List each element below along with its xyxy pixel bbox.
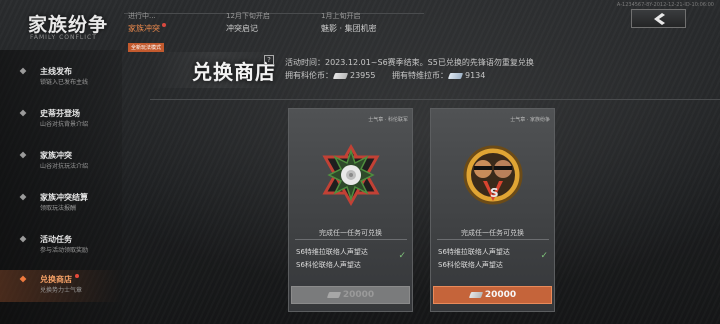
notification-dot xyxy=(75,274,79,278)
check-icon: ✓ xyxy=(540,251,548,261)
currency-value: 9134 xyxy=(465,71,486,80)
divider xyxy=(437,239,549,240)
bullet-icon xyxy=(19,235,27,243)
timeline-line xyxy=(124,13,424,14)
timeline-date: 进行中... xyxy=(128,12,156,20)
card-category: 士气章 · 家族纷争 xyxy=(510,117,550,123)
sidebar-item-label: 兑换商店 xyxy=(40,274,79,285)
currency-label: 拥有科伦币： xyxy=(285,71,333,80)
condition-text: 完成任一任务可兑换 xyxy=(319,229,382,237)
top-bar: 家族纷争 FAMILY CONFLICT 进行中... 家族冲突 全新玩法模式 … xyxy=(0,0,720,53)
sidebar-item-label: 史蒂芬登场 xyxy=(40,109,80,118)
sidebar-item-label: 活动任务 xyxy=(40,235,72,244)
sidebar-item-main-release[interactable]: 主线发布 锁链入已发布主线 xyxy=(0,62,122,94)
back-button[interactable] xyxy=(631,9,686,28)
currency-tevira: 拥有特维拉币： 9134 xyxy=(392,70,485,81)
ticket-icon xyxy=(332,72,349,79)
sidebar-item-family-conflict[interactable]: 家族冲突 山谷对抗玩法介绍 xyxy=(0,146,122,178)
card-category: 士气章 · 科伦联军 xyxy=(368,117,408,123)
new-mode-tag: 全新玩法模式 xyxy=(128,43,165,52)
sidebar-item-label: 家族冲突 xyxy=(40,151,72,160)
timeline-item-1[interactable]: 进行中... 家族冲突 全新玩法模式 xyxy=(128,11,166,53)
help-icon[interactable]: ? xyxy=(264,55,274,65)
timeline-date: 12月下旬开启 xyxy=(226,12,270,20)
sidebar-item-settlement[interactable]: 家族冲突结算 领取玩法报酬 xyxy=(0,188,122,220)
notification-dot xyxy=(162,23,166,27)
activity-time: 活动时间：2023.12.01~S6赛季结束。S5已兑换的先锋语勿重复兑换 xyxy=(285,58,534,67)
price-label: 20000 xyxy=(342,290,375,300)
sidebar-item-sub: 锁链入已发布主线 xyxy=(40,79,89,86)
shop-info: 活动时间：2023.12.01~S6赛季结束。S5已兑换的先锋语勿重复兑换 拥有… xyxy=(285,57,534,83)
timeline-date: 1月上旬开启 xyxy=(321,12,361,20)
sidebar-item-label: 家族冲突结算 xyxy=(40,193,88,202)
requirement-item: S6科伦联络人声望达 xyxy=(438,261,503,269)
bullet-icon xyxy=(19,67,27,75)
sidebar-item-sub: 兑换势力士气章 xyxy=(40,287,83,294)
sidebar-item-tasks[interactable]: 活动任务 参与活动领取奖励 xyxy=(0,230,122,262)
currency-label: 拥有特维拉币： xyxy=(392,71,448,80)
sidebar-item-stephen[interactable]: 史蒂芬登场 山谷对抗背景介绍 xyxy=(0,104,122,136)
requirement-item: S6特维拉联络人声望达 xyxy=(296,248,368,256)
shop-item-card[interactable]: 士气章 · 科伦联军 完成任一任务可兑换 S6特维拉联络人声望达 S6科伦联络人… xyxy=(288,108,413,312)
sidebar-item-sub: 山谷对抗背景介绍 xyxy=(40,121,89,128)
timeline-title: 冲突启记 xyxy=(226,24,258,33)
sidebar-item-label: 主线发布 xyxy=(40,67,72,76)
bullet-icon xyxy=(19,193,27,201)
sidebar-item-sub: 山谷对抗玩法介绍 xyxy=(40,163,89,170)
bullet-icon xyxy=(19,151,27,159)
condition-text: 完成任一任务可兑换 xyxy=(461,229,524,237)
sidebar: 主线发布 锁链入已发布主线 史蒂芬登场 山谷对抗背景介绍 家族冲突 山谷对抗玩法… xyxy=(0,50,122,324)
requirement-item: S6科伦联络人声望达 xyxy=(296,261,361,269)
bullet-icon xyxy=(19,109,27,117)
chevron-left-icon xyxy=(653,12,665,25)
currency-colun: 拥有科伦币： 23955 xyxy=(285,70,375,81)
bullet-icon xyxy=(19,275,27,283)
currency-value: 23955 xyxy=(350,71,376,80)
sidebar-item-sub: 领取玩法报酬 xyxy=(40,205,77,212)
shop-item-card[interactable]: 士气章 · 家族纷争 S 完成任一任务可兑换 S6特维拉联络人声望达 S6科伦联… xyxy=(430,108,555,312)
timeline-item-2[interactable]: 12月下旬开启 冲突启记 xyxy=(226,11,270,34)
svg-text:S: S xyxy=(490,186,499,200)
game-subtitle: FAMILY CONFLICT xyxy=(30,34,97,41)
divider xyxy=(150,99,720,100)
uid-text: A-1234567-8Y-2012-12-21-ID-10:06:00 xyxy=(616,2,714,8)
sidebar-item-sub: 参与活动领取奖励 xyxy=(40,247,89,254)
ticket-icon xyxy=(468,292,483,298)
flower-star-emblem-icon xyxy=(322,143,380,207)
vs-faces-emblem-icon: S xyxy=(463,145,523,205)
timeline-item-3[interactable]: 1月上旬开启 魅影 · 集团机密 xyxy=(321,11,377,34)
check-icon: ✓ xyxy=(398,251,406,261)
requirement-item: S6特维拉联络人声望达 xyxy=(438,248,510,256)
timeline-title: 魅影 · 集团机密 xyxy=(321,24,377,33)
redeem-button[interactable]: 20000 xyxy=(433,286,552,304)
sidebar-item-shop[interactable]: 兑换商店 兑换势力士气章 xyxy=(0,270,122,302)
game-title: 家族纷争 xyxy=(28,14,109,36)
ticket-icon xyxy=(326,292,341,298)
redeem-button[interactable]: 20000 xyxy=(291,286,410,304)
price-label: 20000 xyxy=(484,290,517,300)
divider xyxy=(295,239,407,240)
timeline-title: 家族冲突 xyxy=(128,23,166,34)
ticket-icon xyxy=(447,72,464,79)
currency-row: 拥有科伦币： 23955 拥有特维拉币： 9134 xyxy=(285,70,534,83)
